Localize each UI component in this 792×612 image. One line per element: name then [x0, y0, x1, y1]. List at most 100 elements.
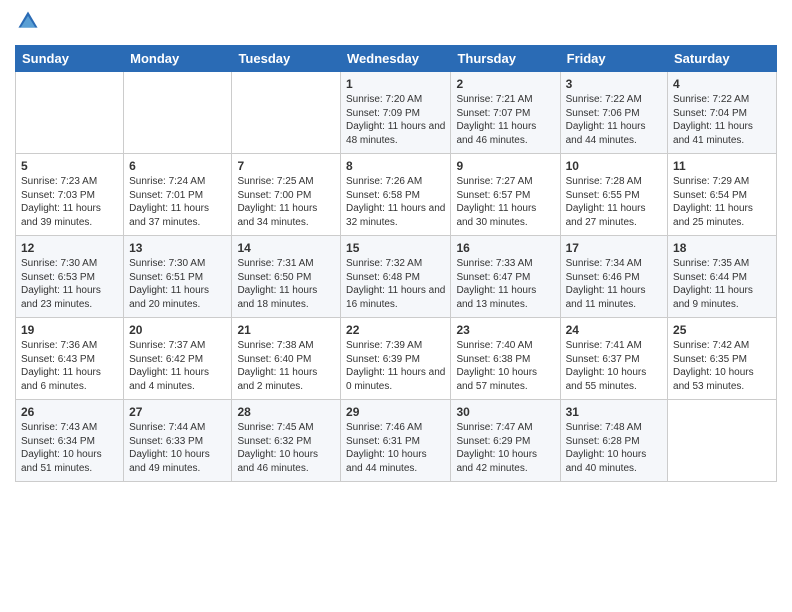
day-info: Sunrise: 7:28 AM Sunset: 6:55 PM Dayligh…	[566, 175, 662, 229]
logo	[15, 10, 41, 37]
page: SundayMondayTuesdayWednesdayThursdayFrid…	[0, 0, 792, 612]
day-number: 12	[21, 240, 118, 256]
day-number: 19	[21, 322, 118, 338]
day-number: 13	[129, 240, 226, 256]
day-info: Sunrise: 7:25 AM Sunset: 7:00 PM Dayligh…	[237, 175, 335, 229]
day-info: Sunrise: 7:35 AM Sunset: 6:44 PM Dayligh…	[673, 257, 771, 311]
day-cell: 28Sunrise: 7:45 AM Sunset: 6:32 PM Dayli…	[232, 400, 341, 482]
day-cell: 14Sunrise: 7:31 AM Sunset: 6:50 PM Dayli…	[232, 236, 341, 318]
day-number: 23	[456, 322, 554, 338]
day-info: Sunrise: 7:37 AM Sunset: 6:42 PM Dayligh…	[129, 339, 226, 393]
day-info: Sunrise: 7:22 AM Sunset: 7:06 PM Dayligh…	[566, 93, 662, 147]
day-cell: 1Sunrise: 7:20 AM Sunset: 7:09 PM Daylig…	[341, 72, 451, 154]
day-cell: 20Sunrise: 7:37 AM Sunset: 6:42 PM Dayli…	[124, 318, 232, 400]
day-info: Sunrise: 7:41 AM Sunset: 6:37 PM Dayligh…	[566, 339, 662, 393]
day-number: 9	[456, 158, 554, 174]
day-cell	[124, 72, 232, 154]
day-info: Sunrise: 7:23 AM Sunset: 7:03 PM Dayligh…	[21, 175, 118, 229]
day-cell: 3Sunrise: 7:22 AM Sunset: 7:06 PM Daylig…	[560, 72, 667, 154]
day-number: 18	[673, 240, 771, 256]
day-cell: 15Sunrise: 7:32 AM Sunset: 6:48 PM Dayli…	[341, 236, 451, 318]
day-cell: 16Sunrise: 7:33 AM Sunset: 6:47 PM Dayli…	[451, 236, 560, 318]
day-cell: 8Sunrise: 7:26 AM Sunset: 6:58 PM Daylig…	[341, 154, 451, 236]
day-number: 5	[21, 158, 118, 174]
day-info: Sunrise: 7:32 AM Sunset: 6:48 PM Dayligh…	[346, 257, 445, 311]
day-cell: 13Sunrise: 7:30 AM Sunset: 6:51 PM Dayli…	[124, 236, 232, 318]
day-number: 8	[346, 158, 445, 174]
day-number: 14	[237, 240, 335, 256]
calendar-table: SundayMondayTuesdayWednesdayThursdayFrid…	[15, 45, 777, 482]
day-cell: 7Sunrise: 7:25 AM Sunset: 7:00 PM Daylig…	[232, 154, 341, 236]
day-info: Sunrise: 7:43 AM Sunset: 6:34 PM Dayligh…	[21, 421, 118, 475]
day-info: Sunrise: 7:36 AM Sunset: 6:43 PM Dayligh…	[21, 339, 118, 393]
day-info: Sunrise: 7:30 AM Sunset: 6:51 PM Dayligh…	[129, 257, 226, 311]
day-cell	[668, 400, 777, 482]
day-cell: 30Sunrise: 7:47 AM Sunset: 6:29 PM Dayli…	[451, 400, 560, 482]
day-cell: 10Sunrise: 7:28 AM Sunset: 6:55 PM Dayli…	[560, 154, 667, 236]
day-info: Sunrise: 7:20 AM Sunset: 7:09 PM Dayligh…	[346, 93, 445, 147]
day-number: 21	[237, 322, 335, 338]
day-cell: 31Sunrise: 7:48 AM Sunset: 6:28 PM Dayli…	[560, 400, 667, 482]
day-info: Sunrise: 7:30 AM Sunset: 6:53 PM Dayligh…	[21, 257, 118, 311]
day-number: 30	[456, 404, 554, 420]
day-number: 15	[346, 240, 445, 256]
day-number: 2	[456, 76, 554, 92]
day-number: 4	[673, 76, 771, 92]
day-number: 25	[673, 322, 771, 338]
day-info: Sunrise: 7:45 AM Sunset: 6:32 PM Dayligh…	[237, 421, 335, 475]
day-cell: 21Sunrise: 7:38 AM Sunset: 6:40 PM Dayli…	[232, 318, 341, 400]
day-cell: 11Sunrise: 7:29 AM Sunset: 6:54 PM Dayli…	[668, 154, 777, 236]
day-number: 22	[346, 322, 445, 338]
day-number: 27	[129, 404, 226, 420]
day-cell: 24Sunrise: 7:41 AM Sunset: 6:37 PM Dayli…	[560, 318, 667, 400]
day-number: 26	[21, 404, 118, 420]
day-info: Sunrise: 7:27 AM Sunset: 6:57 PM Dayligh…	[456, 175, 554, 229]
day-cell: 18Sunrise: 7:35 AM Sunset: 6:44 PM Dayli…	[668, 236, 777, 318]
day-number: 3	[566, 76, 662, 92]
week-row-4: 26Sunrise: 7:43 AM Sunset: 6:34 PM Dayli…	[16, 400, 777, 482]
weekday-header-thursday: Thursday	[451, 46, 560, 72]
weekday-header-saturday: Saturday	[668, 46, 777, 72]
day-info: Sunrise: 7:39 AM Sunset: 6:39 PM Dayligh…	[346, 339, 445, 393]
generalblue-icon	[17, 10, 39, 32]
day-info: Sunrise: 7:42 AM Sunset: 6:35 PM Dayligh…	[673, 339, 771, 393]
day-cell: 29Sunrise: 7:46 AM Sunset: 6:31 PM Dayli…	[341, 400, 451, 482]
day-number: 1	[346, 76, 445, 92]
day-cell: 26Sunrise: 7:43 AM Sunset: 6:34 PM Dayli…	[16, 400, 124, 482]
day-cell: 2Sunrise: 7:21 AM Sunset: 7:07 PM Daylig…	[451, 72, 560, 154]
header	[15, 10, 777, 37]
day-cell: 6Sunrise: 7:24 AM Sunset: 7:01 PM Daylig…	[124, 154, 232, 236]
week-row-3: 19Sunrise: 7:36 AM Sunset: 6:43 PM Dayli…	[16, 318, 777, 400]
week-row-1: 5Sunrise: 7:23 AM Sunset: 7:03 PM Daylig…	[16, 154, 777, 236]
day-info: Sunrise: 7:21 AM Sunset: 7:07 PM Dayligh…	[456, 93, 554, 147]
day-cell: 27Sunrise: 7:44 AM Sunset: 6:33 PM Dayli…	[124, 400, 232, 482]
day-number: 24	[566, 322, 662, 338]
week-row-0: 1Sunrise: 7:20 AM Sunset: 7:09 PM Daylig…	[16, 72, 777, 154]
day-cell	[16, 72, 124, 154]
day-cell: 5Sunrise: 7:23 AM Sunset: 7:03 PM Daylig…	[16, 154, 124, 236]
day-cell: 17Sunrise: 7:34 AM Sunset: 6:46 PM Dayli…	[560, 236, 667, 318]
day-cell: 9Sunrise: 7:27 AM Sunset: 6:57 PM Daylig…	[451, 154, 560, 236]
day-cell: 25Sunrise: 7:42 AM Sunset: 6:35 PM Dayli…	[668, 318, 777, 400]
day-info: Sunrise: 7:44 AM Sunset: 6:33 PM Dayligh…	[129, 421, 226, 475]
day-number: 29	[346, 404, 445, 420]
day-info: Sunrise: 7:33 AM Sunset: 6:47 PM Dayligh…	[456, 257, 554, 311]
day-cell: 4Sunrise: 7:22 AM Sunset: 7:04 PM Daylig…	[668, 72, 777, 154]
day-number: 17	[566, 240, 662, 256]
day-info: Sunrise: 7:46 AM Sunset: 6:31 PM Dayligh…	[346, 421, 445, 475]
day-info: Sunrise: 7:22 AM Sunset: 7:04 PM Dayligh…	[673, 93, 771, 147]
weekday-header-sunday: Sunday	[16, 46, 124, 72]
day-info: Sunrise: 7:38 AM Sunset: 6:40 PM Dayligh…	[237, 339, 335, 393]
weekday-header-wednesday: Wednesday	[341, 46, 451, 72]
day-number: 16	[456, 240, 554, 256]
day-number: 20	[129, 322, 226, 338]
day-cell: 19Sunrise: 7:36 AM Sunset: 6:43 PM Dayli…	[16, 318, 124, 400]
day-number: 10	[566, 158, 662, 174]
day-cell: 23Sunrise: 7:40 AM Sunset: 6:38 PM Dayli…	[451, 318, 560, 400]
day-info: Sunrise: 7:31 AM Sunset: 6:50 PM Dayligh…	[237, 257, 335, 311]
day-number: 11	[673, 158, 771, 174]
day-cell: 12Sunrise: 7:30 AM Sunset: 6:53 PM Dayli…	[16, 236, 124, 318]
weekday-header-row: SundayMondayTuesdayWednesdayThursdayFrid…	[16, 46, 777, 72]
day-number: 31	[566, 404, 662, 420]
weekday-header-friday: Friday	[560, 46, 667, 72]
